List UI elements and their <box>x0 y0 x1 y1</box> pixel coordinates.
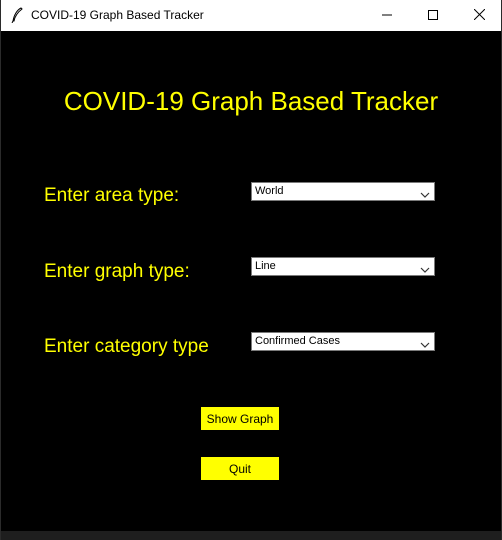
show-graph-button[interactable]: Show Graph <box>201 407 279 430</box>
title-bar[interactable]: COVID-19 Graph Based Tracker <box>1 0 501 31</box>
area-type-label: Enter area type: <box>44 185 180 206</box>
maximize-icon <box>428 7 438 25</box>
close-icon <box>473 7 485 25</box>
graph-type-value: Line <box>255 260 276 272</box>
page-title: COVID-19 Graph Based Tracker <box>63 86 439 116</box>
category-type-value: Confirmed Cases <box>255 335 340 347</box>
graph-type-label: Enter graph type: <box>44 261 190 282</box>
window-bottom-edge <box>1 531 501 540</box>
chevron-down-icon[interactable] <box>420 187 430 198</box>
maximize-button[interactable] <box>410 0 456 31</box>
window-title: COVID-19 Graph Based Tracker <box>31 8 204 22</box>
quit-button[interactable]: Quit <box>201 457 279 480</box>
chevron-down-icon[interactable] <box>420 337 430 348</box>
category-type-label: Enter category type <box>44 336 209 357</box>
area-type-value: World <box>255 185 284 197</box>
graph-type-select[interactable]: Line <box>251 257 435 276</box>
close-button[interactable] <box>456 0 502 31</box>
feather-icon <box>10 7 24 24</box>
category-type-select[interactable]: Confirmed Cases <box>251 332 435 351</box>
minimize-button[interactable] <box>364 0 410 31</box>
area-type-select[interactable]: World <box>251 182 435 201</box>
app-window: COVID-19 Graph Based Tracker COVID-19 Gr… <box>0 0 502 540</box>
chevron-down-icon[interactable] <box>420 262 430 273</box>
minimize-icon <box>382 7 392 25</box>
